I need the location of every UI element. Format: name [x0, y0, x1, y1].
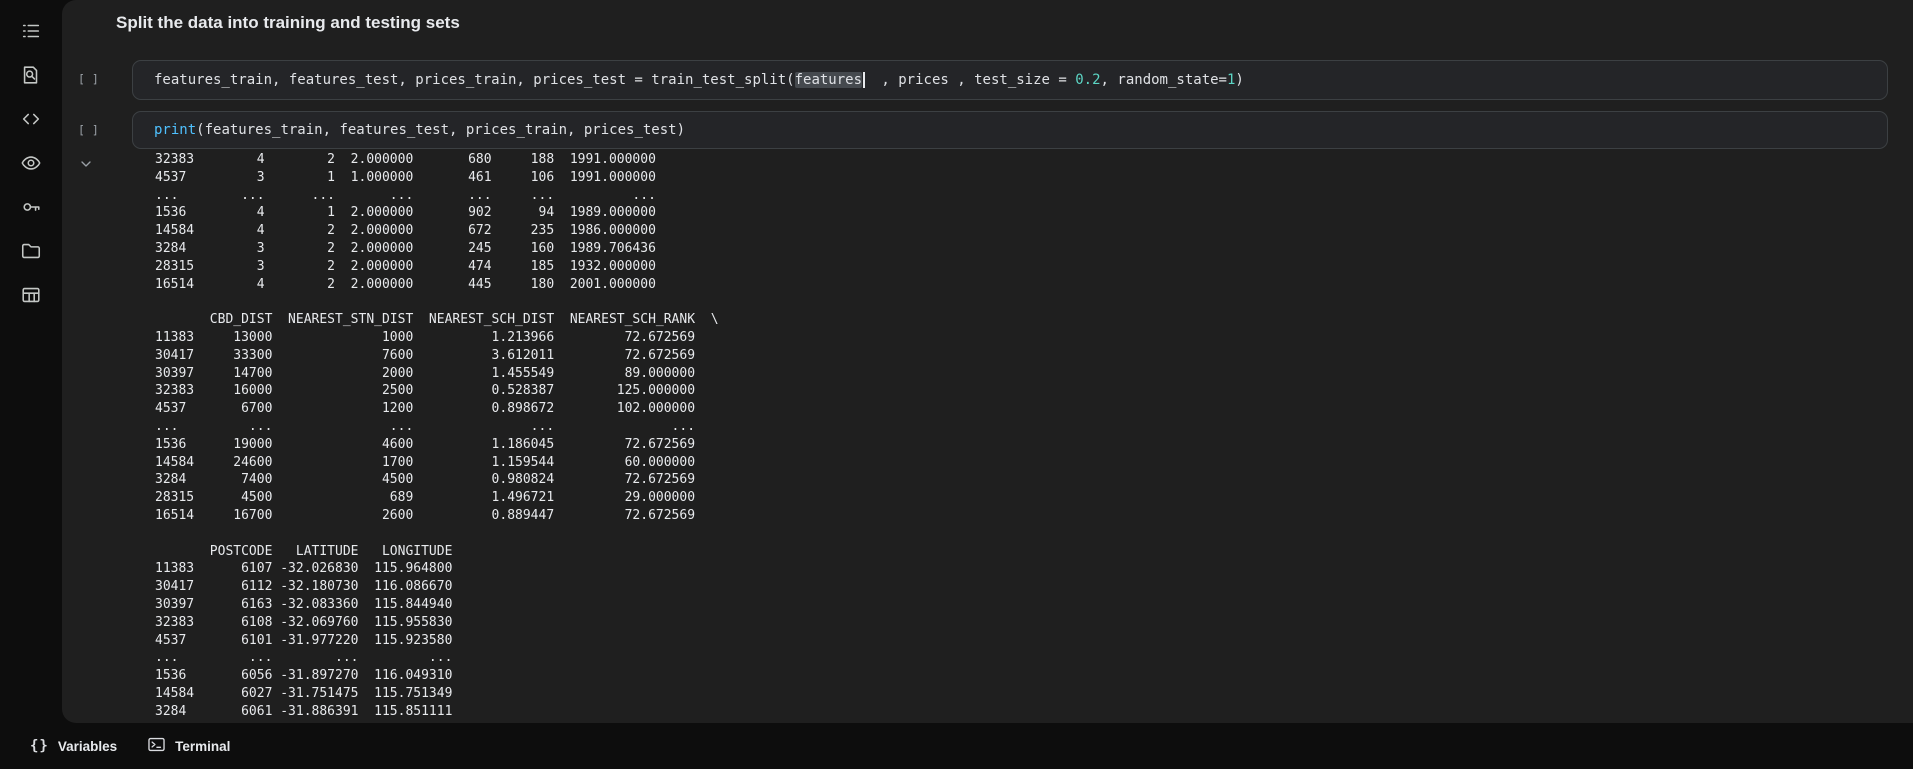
code-segment: , random_state=: [1101, 72, 1227, 88]
table-of-contents-icon: [20, 20, 42, 45]
variables-button[interactable]: {} Variables: [30, 738, 117, 754]
section-heading: Split the data into training and testing…: [116, 13, 460, 33]
code-segment: , prices , test_size =: [865, 72, 1076, 88]
files-button[interactable]: [11, 232, 51, 272]
run-cell-2-button[interactable]: [ ]: [78, 123, 99, 137]
notebook-area: Split the data into training and testing…: [62, 0, 1913, 723]
secrets-button[interactable]: [11, 188, 51, 228]
code-cell-1[interactable]: features_train, features_test, prices_tr…: [132, 60, 1888, 100]
key-icon: [20, 196, 42, 221]
folder-icon: [20, 240, 42, 265]
variable-inspector-button[interactable]: [11, 144, 51, 184]
braces-icon: {}: [30, 738, 49, 754]
code-cell-2[interactable]: print(features_train, features_test, pri…: [132, 111, 1888, 149]
code-line-1: features_train, features_test, prices_tr…: [154, 72, 1244, 88]
bottom-statusbar: {} Variables Terminal: [0, 723, 1913, 769]
terminal-label: Terminal: [175, 739, 230, 754]
code-segment: (features_train, features_test, prices_t…: [196, 122, 685, 138]
code-line-2: print(features_train, features_test, pri…: [154, 122, 685, 138]
code-segment: ): [1235, 72, 1243, 88]
code-snippets-icon: [20, 108, 42, 133]
builtin-function: print: [154, 122, 196, 138]
chevron-down-icon: [78, 156, 94, 175]
cell-output: 32383 4 2 2.000000 680 188 1991.000000 4…: [155, 151, 719, 723]
code-segment: features_train, features_test, prices_tr…: [154, 72, 795, 88]
terminal-button[interactable]: Terminal: [147, 735, 230, 757]
collapse-output-button[interactable]: [76, 155, 96, 175]
run-cell-1-button[interactable]: [ ]: [78, 72, 99, 86]
variables-label: Variables: [58, 739, 117, 754]
data-table-button[interactable]: [11, 276, 51, 316]
data-table-icon: [20, 284, 42, 309]
code-snippets-button[interactable]: [11, 100, 51, 140]
terminal-icon: [147, 735, 166, 757]
highlighted-token: features: [795, 72, 862, 88]
colab-window: Split the data into training and testing…: [0, 0, 1913, 769]
table-of-contents-button[interactable]: [11, 12, 51, 52]
find-and-replace-icon: [20, 64, 42, 89]
variable-inspector-icon: [20, 152, 42, 177]
find-and-replace-button[interactable]: [11, 56, 51, 96]
number-literal: 0.2: [1075, 72, 1100, 88]
left-toolbar: [0, 0, 62, 723]
